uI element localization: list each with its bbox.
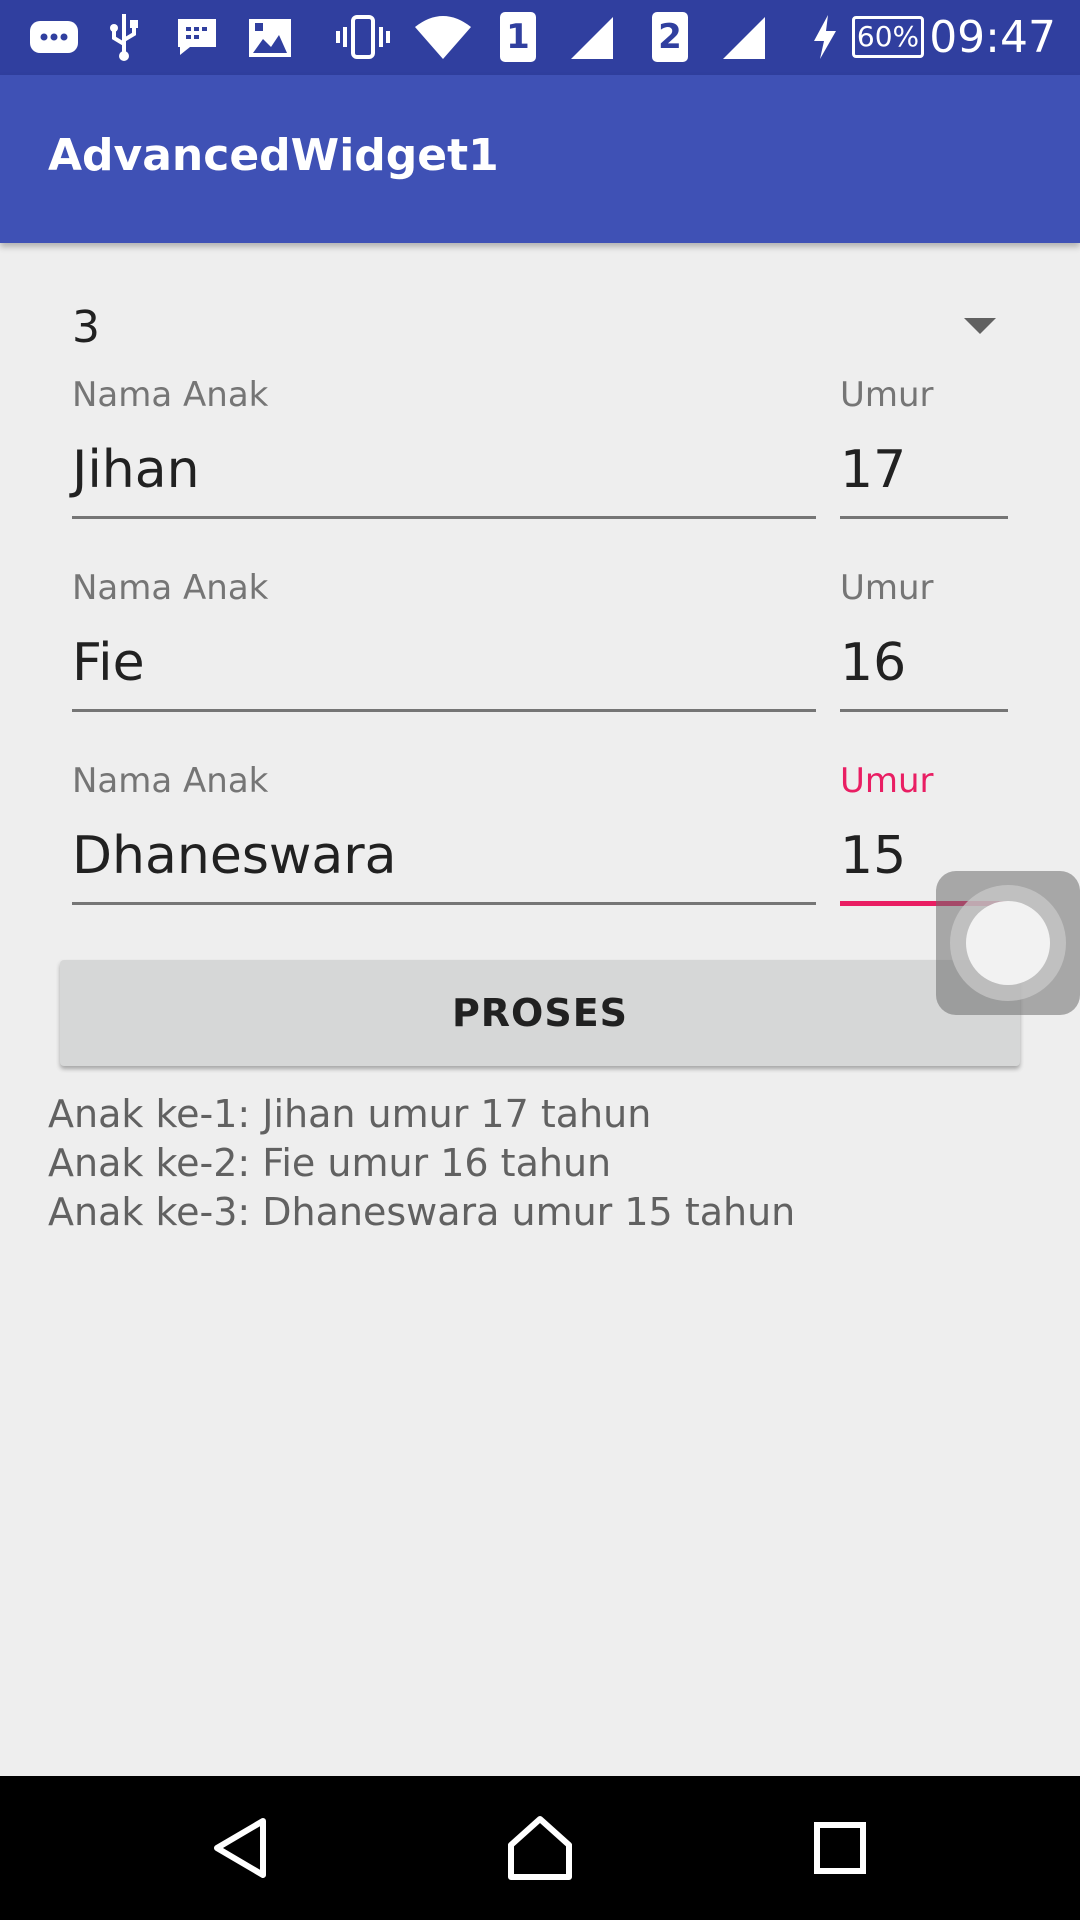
input-underline (72, 709, 816, 712)
child-age-field-1[interactable]: Umur 17 (840, 375, 1008, 525)
wifi-icon (412, 10, 474, 64)
back-icon (214, 1818, 266, 1878)
recents-icon (814, 1822, 866, 1874)
result-line-3: Anak ke-3: Dhaneswara umur 15 tahun (48, 1190, 796, 1234)
bbm-icon (172, 10, 222, 64)
assistive-touch-ring (950, 885, 1066, 1001)
back-button[interactable] (190, 1798, 290, 1898)
app-title: AdvancedWidget1 (48, 130, 499, 181)
home-button[interactable] (490, 1798, 590, 1898)
spinner-selected-value: 3 (72, 302, 100, 353)
proses-button[interactable]: PROSES (60, 960, 1020, 1066)
child-age-label: Umur (840, 375, 934, 415)
result-text: Anak ke-1: Jihan umur 17 tahun Anak ke-2… (48, 1090, 795, 1237)
child-age-label: Umur (840, 761, 934, 801)
child-name-field-2[interactable]: Nama Anak Fie (72, 568, 816, 718)
app-toolbar: AdvancedWidget1 (0, 75, 1080, 243)
signal-icon (718, 10, 770, 64)
child-age-field-2[interactable]: Umur 16 (840, 568, 1008, 718)
input-underline (840, 709, 1008, 712)
message-icon (26, 10, 82, 64)
gallery-icon (244, 10, 296, 64)
child-name-input[interactable]: Fie (72, 628, 816, 698)
input-underline (72, 516, 816, 519)
battery-icon: 60% (852, 16, 924, 58)
clock: 09:47 (929, 12, 1056, 63)
sim1-badge: 1 (500, 12, 536, 62)
child-name-label: Nama Anak (72, 568, 269, 608)
input-underline (72, 902, 816, 905)
result-line-2: Anak ke-2: Fie umur 16 tahun (48, 1141, 612, 1185)
child-name-label: Nama Anak (72, 375, 269, 415)
home-icon (508, 1816, 572, 1880)
assistive-touch-core (966, 901, 1050, 985)
navigation-bar (0, 1776, 1080, 1920)
vibrate-icon (334, 10, 392, 64)
recents-button[interactable] (790, 1798, 890, 1898)
child-name-input[interactable]: Dhaneswara (72, 821, 816, 891)
input-underline (840, 516, 1008, 519)
child-name-field-1[interactable]: Nama Anak Jihan (72, 375, 816, 525)
child-age-input[interactable]: 16 (840, 628, 1008, 698)
result-line-1: Anak ke-1: Jihan umur 17 tahun (48, 1092, 652, 1136)
assistive-touch-button[interactable] (936, 871, 1080, 1015)
child-name-label: Nama Anak (72, 761, 269, 801)
signal-icon (566, 10, 618, 64)
children-count-spinner[interactable]: 3 (48, 290, 1032, 370)
sim2-badge: 2 (652, 12, 688, 62)
status-bar: 1 2 60% 09:47 (0, 0, 1080, 75)
child-name-field-3[interactable]: Nama Anak Dhaneswara (72, 761, 816, 911)
usb-icon (104, 10, 144, 64)
child-age-input[interactable]: 17 (840, 435, 1008, 505)
child-age-label: Umur (840, 568, 934, 608)
dropdown-arrow-icon (964, 318, 996, 334)
charging-icon (808, 10, 842, 64)
child-name-input[interactable]: Jihan (72, 435, 816, 505)
